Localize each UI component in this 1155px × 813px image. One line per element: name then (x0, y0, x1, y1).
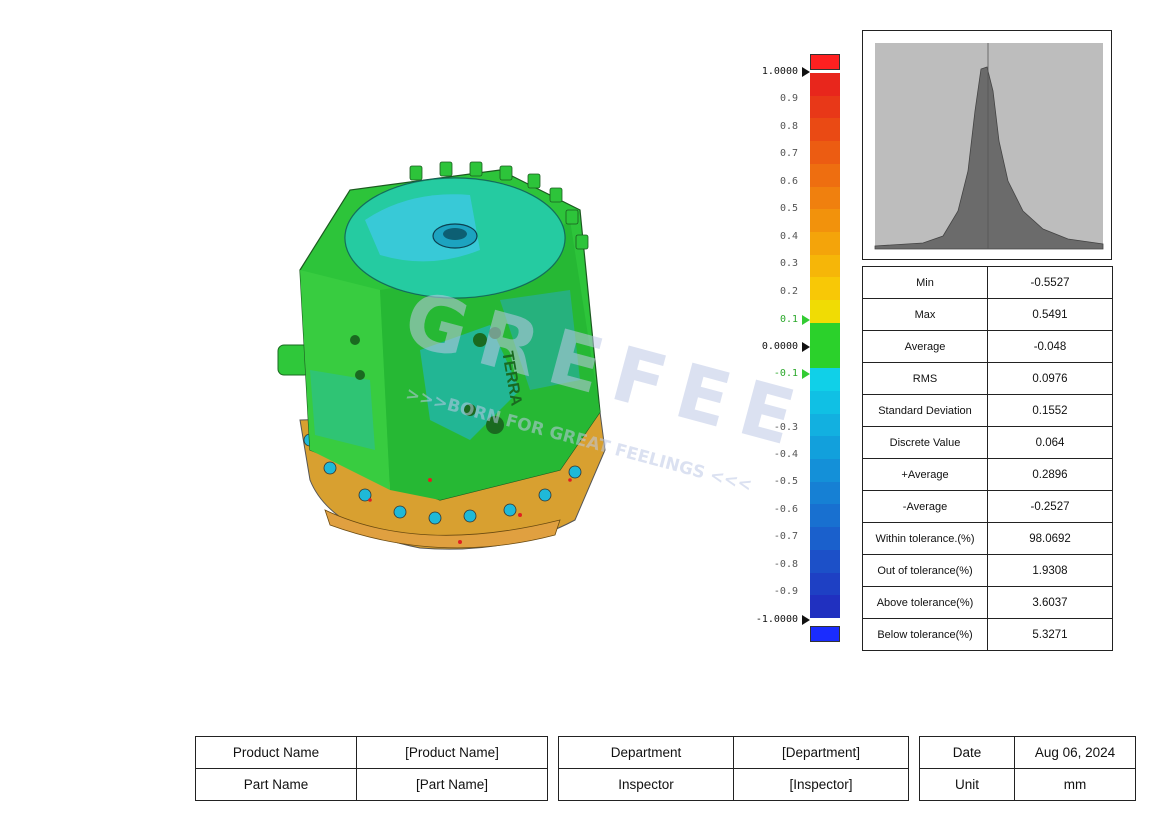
scale-tick-label: 0.6 (779, 176, 798, 187)
department-value: [Department] (733, 736, 909, 769)
stat-value: -0.5527 (987, 266, 1113, 299)
scale-tick-label: -0.4 (773, 449, 798, 460)
stat-label: Out of tolerance(%) (862, 554, 988, 587)
scale-tick-label: 0.2 (779, 286, 798, 297)
date-unit-table: Date Aug 06, 2024 Unit mm (919, 736, 1136, 801)
unit-label: Unit (919, 768, 1015, 801)
stat-label: -Average (862, 490, 988, 523)
department-label: Department (558, 736, 734, 769)
stat-value: -0.2527 (987, 490, 1113, 523)
stat-row: RMS 0.0976 (862, 362, 1113, 395)
scale-marker-icon (802, 615, 810, 625)
stat-value: 3.6037 (987, 586, 1113, 619)
stat-label: RMS (862, 362, 988, 395)
stat-row: Below tolerance(%) 5.3271 (862, 618, 1113, 651)
model-viewport[interactable]: GREFEE >>>BORN FOR GREAT FEELINGS <<< TE… (270, 150, 817, 570)
stat-row: Min -0.5527 (862, 266, 1113, 299)
stat-value: -0.048 (987, 330, 1113, 363)
part-name-value: [Part Name] (356, 768, 548, 801)
stat-value: 0.2896 (987, 458, 1113, 491)
stat-row: Discrete Value 0.064 (862, 426, 1113, 459)
scale-tick-label: -0.1 (773, 368, 798, 379)
stat-row: Out of tolerance(%) 1.9308 (862, 554, 1113, 587)
inspector-value: [Inspector] (733, 768, 909, 801)
stat-value: 0.0976 (987, 362, 1113, 395)
scale-tick-label: 0.4 (779, 231, 798, 242)
scale-tick-label: 0.0000 (761, 341, 798, 352)
part-name-label: Part Name (195, 768, 357, 801)
table-row: Department [Department] (558, 736, 909, 769)
scale-ticks: 1.0000 0.9 0.8 0.7 0.6 0.5 0.4 0.3 0.2 0.1 0.0000 -… (728, 50, 818, 650)
stat-value: 5.3271 (987, 618, 1113, 651)
scale-tick-label: -0.8 (773, 559, 798, 570)
scale-tick-label: 0.5 (779, 203, 798, 214)
table-row: Unit mm (919, 768, 1136, 801)
stat-row: Max 0.5491 (862, 298, 1113, 331)
stat-label: Discrete Value (862, 426, 988, 459)
stat-row: +Average 0.2896 (862, 458, 1113, 491)
stat-label: Above tolerance(%) (862, 586, 988, 619)
stat-value: 0.1552 (987, 394, 1113, 427)
stat-value: 98.0692 (987, 522, 1113, 555)
date-value: Aug 06, 2024 (1014, 736, 1136, 769)
date-label: Date (919, 736, 1015, 769)
scale-tick-label: -0.9 (773, 586, 798, 597)
table-row: Part Name [Part Name] (195, 768, 548, 801)
color-scale: 1.0000 0.9 0.8 0.7 0.6 0.5 0.4 0.3 0.2 0.1 0.0000 -… (740, 50, 850, 650)
stat-row: Standard Deviation 0.1552 (862, 394, 1113, 427)
stat-row: -Average -0.2527 (862, 490, 1113, 523)
scale-tick-label: 0.8 (779, 121, 798, 132)
scale-tick-label: -0.5 (773, 476, 798, 487)
scale-tick-label: 0.3 (779, 258, 798, 269)
stat-row: Average -0.048 (862, 330, 1113, 363)
stat-row: Above tolerance(%) 3.6037 (862, 586, 1113, 619)
stat-label: +Average (862, 458, 988, 491)
scale-tick-label: 0.1 (779, 314, 798, 325)
statistics-table: Min -0.5527 Max 0.5491 Average -0.048 RMS 0.097… (862, 266, 1113, 651)
scale-marker-icon (802, 67, 810, 77)
scale-tick-label: -0.7 (773, 531, 798, 542)
scale-marker-icon (802, 315, 810, 325)
scale-tick-label: -0.3 (773, 422, 798, 433)
table-row: Inspector [Inspector] (558, 768, 909, 801)
scale-tick-label: 0.7 (779, 148, 798, 159)
stat-label: Max (862, 298, 988, 331)
stat-label: Standard Deviation (862, 394, 988, 427)
stat-row: Within tolerance.(%) 98.0692 (862, 522, 1113, 555)
product-name-value: [Product Name] (356, 736, 548, 769)
inspector-label: Inspector (558, 768, 734, 801)
scale-marker-icon (802, 342, 810, 352)
product-info-table: Product Name [Product Name] Part Name [P… (195, 736, 548, 801)
unit-value: mm (1014, 768, 1136, 801)
scale-marker-icon (802, 369, 810, 379)
scale-tick-label: -0.6 (773, 504, 798, 515)
scale-tick-label: 0.9 (779, 93, 798, 104)
histogram-panel (862, 30, 1112, 260)
stat-label: Min (862, 266, 988, 299)
table-row: Product Name [Product Name] (195, 736, 548, 769)
stat-label: Below tolerance(%) (862, 618, 988, 651)
table-row: Date Aug 06, 2024 (919, 736, 1136, 769)
scale-tick-label: -1.0000 (755, 614, 798, 625)
stat-label: Within tolerance.(%) (862, 522, 988, 555)
department-info-table: Department [Department] Inspector [Inspe… (558, 736, 909, 801)
stat-value: 0.064 (987, 426, 1113, 459)
scale-tick-label: 1.0000 (761, 66, 798, 77)
stat-label: Average (862, 330, 988, 363)
product-name-label: Product Name (195, 736, 357, 769)
stat-value: 1.9308 (987, 554, 1113, 587)
stat-value: 0.5491 (987, 298, 1113, 331)
deviation-histogram (874, 43, 1104, 250)
